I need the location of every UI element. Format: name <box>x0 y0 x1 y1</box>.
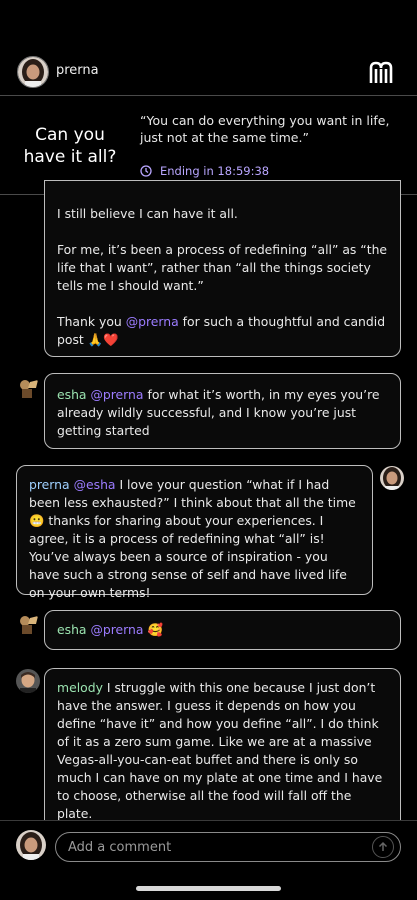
comment-bubble[interactable]: esha @prerna for what it’s worth, in my … <box>44 373 401 449</box>
clock-icon <box>140 165 152 177</box>
top-header: prerna <box>0 0 417 96</box>
send-button[interactable] <box>372 836 394 858</box>
app-root: prerna Can you have it all? “You can do … <box>0 0 417 900</box>
header-username[interactable]: prerna <box>56 63 99 78</box>
comment-composer <box>55 832 401 862</box>
home-indicator <box>136 886 281 891</box>
challenge-title: Can you have it all? <box>23 125 117 167</box>
comment-username[interactable]: esha <box>57 387 87 402</box>
comment-username[interactable]: melody <box>57 680 103 695</box>
challenge-timer: Ending in 18:59:38 <box>140 164 269 178</box>
avatar[interactable] <box>380 466 404 490</box>
mention-link[interactable]: @prerna <box>90 622 143 637</box>
brand-logo-icon[interactable] <box>369 61 393 85</box>
comment-paragraph: Thank you @prerna for such a thoughtful … <box>57 314 386 347</box>
arrow-up-icon <box>378 841 388 851</box>
comment-bubble[interactable]: prerna @esha I love your question “what … <box>16 465 373 600</box>
comment-paragraph: I still believe I can have it all. <box>57 206 238 221</box>
challenge-quote: “You can do everything you want in life,… <box>140 113 390 145</box>
avatar[interactable] <box>16 376 40 400</box>
comment-input[interactable] <box>56 838 372 856</box>
composer-avatar <box>16 830 46 860</box>
comment-bubble[interactable]: melody I struggle with this one because … <box>44 668 401 828</box>
mention-link[interactable]: @prerna <box>90 387 143 402</box>
comment-paragraph: For me, it’s been a process of redefinin… <box>57 242 388 293</box>
timer-label: Ending in 18:59:38 <box>160 164 270 178</box>
comment-username[interactable]: esha <box>57 622 87 637</box>
comment-text: 🥰 <box>143 622 163 637</box>
comment-username[interactable]: prerna <box>29 477 70 492</box>
mention-link[interactable]: @esha <box>74 477 116 492</box>
comment-bubble[interactable]: I still believe I can have it all. For m… <box>44 180 401 357</box>
mention-link[interactable]: @prerna <box>126 314 179 329</box>
comment-text: I struggle with this one because I just … <box>57 680 383 821</box>
avatar[interactable] <box>16 669 40 693</box>
avatar[interactable] <box>16 612 40 636</box>
comment-bubble[interactable]: esha @prerna 🥰 <box>44 610 401 650</box>
profile-avatar[interactable] <box>17 56 49 88</box>
comment-text: I love your question “what if I had been… <box>29 477 356 600</box>
